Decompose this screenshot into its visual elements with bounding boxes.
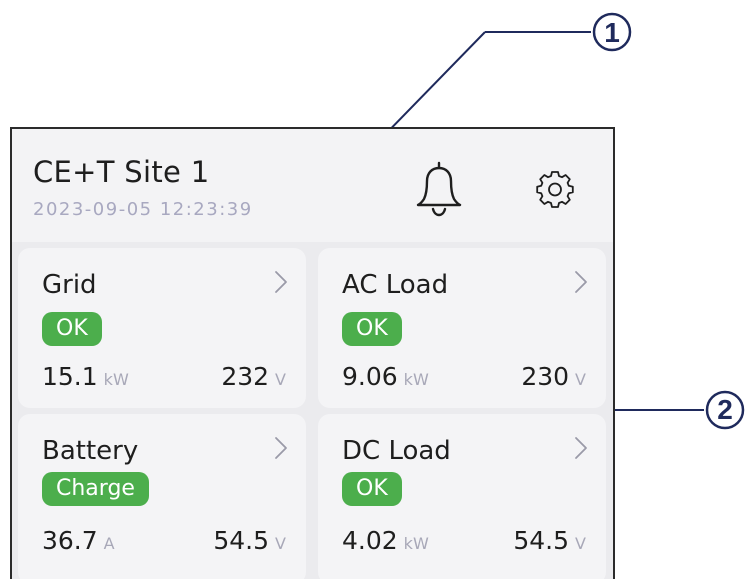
dc-load-card[interactable]: DC Load OK 4.02 kW 54.5 V <box>318 414 606 579</box>
chevron-right-icon <box>575 271 587 293</box>
grid-power-number: 15.1 <box>42 362 98 391</box>
dc-load-power-unit: kW <box>403 534 429 553</box>
dc-load-voltage-value: 54.5 V <box>513 526 586 555</box>
grid-voltage-unit: V <box>275 370 286 389</box>
battery-voltage-value: 54.5 V <box>213 526 286 555</box>
battery-current-number: 36.7 <box>42 526 98 555</box>
dc-load-power-number: 4.02 <box>342 526 398 555</box>
ac-load-voltage-unit: V <box>575 370 586 389</box>
chevron-right-icon <box>275 437 287 459</box>
bell-icon[interactable] <box>414 159 464 217</box>
ac-load-card-title: AC Load <box>342 270 449 300</box>
dc-load-power-value: 4.02 kW <box>342 526 429 555</box>
battery-voltage-number: 54.5 <box>213 526 270 555</box>
battery-current-value: 36.7 A <box>42 526 115 555</box>
header-bar: CE+T Site 1 2023-09-05 12:23:39 <box>12 129 613 242</box>
battery-card-title: Battery <box>42 436 139 466</box>
dc-load-voltage-number: 54.5 <box>513 526 570 555</box>
grid-status-badge: OK <box>42 312 102 346</box>
grid-card[interactable]: Grid OK 15.1 kW 232 V <box>18 248 306 408</box>
battery-status-badge: Charge <box>42 472 149 506</box>
grid-card-title: Grid <box>42 270 97 300</box>
gear-icon[interactable] <box>535 169 575 209</box>
battery-voltage-unit: V <box>275 534 286 553</box>
ac-load-power-number: 9.06 <box>342 362 398 391</box>
chevron-right-icon <box>575 437 587 459</box>
grid-voltage-number: 232 <box>221 362 270 391</box>
ac-load-card[interactable]: AC Load OK 9.06 kW 230 V <box>318 248 606 408</box>
grid-power-value: 15.1 kW <box>42 362 129 391</box>
ac-load-voltage-number: 230 <box>521 362 570 391</box>
ac-load-voltage-value: 230 V <box>521 362 586 391</box>
chevron-right-icon <box>275 271 287 293</box>
dc-load-status-badge: OK <box>342 472 402 506</box>
callout-label-1: 1 <box>604 17 620 48</box>
ac-load-power-value: 9.06 kW <box>342 362 429 391</box>
dc-load-card-title: DC Load <box>342 436 451 466</box>
ac-load-power-unit: kW <box>403 370 429 389</box>
callout-label-2: 2 <box>717 394 733 425</box>
status-card-grid: Grid OK 15.1 kW 232 V AC Load OK 9.06 kW 23… <box>12 242 613 579</box>
ac-load-status-badge: OK <box>342 312 402 346</box>
battery-current-unit: A <box>103 534 115 553</box>
battery-card[interactable]: Battery Charge 36.7 A 54.5 V <box>18 414 306 579</box>
grid-voltage-value: 232 V <box>221 362 286 391</box>
grid-power-unit: kW <box>103 370 129 389</box>
dc-load-voltage-unit: V <box>575 534 586 553</box>
site-title: CE+T Site 1 <box>33 155 210 189</box>
device-screen: CE+T Site 1 2023-09-05 12:23:39 Grid OK … <box>10 127 615 579</box>
site-timestamp: 2023-09-05 12:23:39 <box>33 199 253 220</box>
